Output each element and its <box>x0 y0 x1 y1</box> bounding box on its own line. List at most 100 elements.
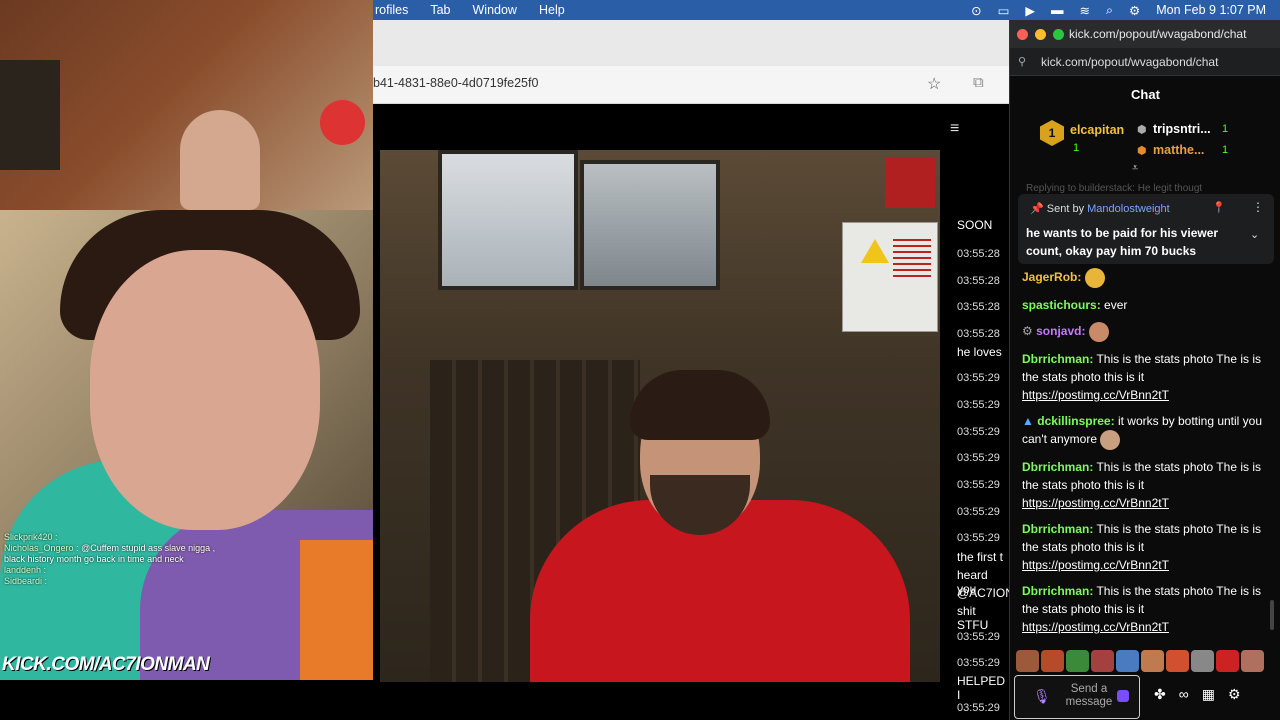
emote-icon[interactable] <box>1091 650 1114 672</box>
chat-messages: JagerRob: spastichours: ever ⚙ sonjavd: … <box>1022 268 1272 644</box>
pin-icon[interactable]: 📍 <box>1212 201 1226 214</box>
emote-icon[interactable] <box>1241 650 1264 672</box>
extension-icon[interactable]: ⧉ <box>973 74 984 91</box>
bookmark-star-icon[interactable]: ☆ <box>927 74 941 94</box>
emote-icon[interactable] <box>1016 650 1039 672</box>
leader-name[interactable]: matthe... <box>1153 143 1204 157</box>
wifi-icon[interactable]: ≋ <box>1080 3 1090 18</box>
room-window <box>438 150 578 290</box>
infinity-icon[interactable]: ∞ <box>1179 686 1189 703</box>
warning-triangle-icon <box>861 239 889 263</box>
snippet: HELPED I <box>957 674 1006 702</box>
emote-icon[interactable] <box>1191 650 1214 672</box>
popout-addressbar[interactable]: ⚲ kick.com/popout/wvagabond/chat <box>1010 48 1280 76</box>
sign-text-lines <box>893 239 931 279</box>
snippet: @AC7ION <box>957 586 1010 600</box>
chat-message: Dbrrichman: This is the stats photo The … <box>1022 522 1261 572</box>
hoodie-orange <box>300 540 373 680</box>
more-options-icon[interactable]: ⋮ <box>1252 200 1264 214</box>
pinned-sender: 📌 Sent by Mandolostweight <box>1030 203 1170 215</box>
emote-icon <box>1084 268 1105 288</box>
badge-icon: ▲ <box>1022 414 1034 428</box>
timestamp: 03:55:29 <box>957 702 1000 714</box>
leader-name[interactable]: elcapitan <box>1070 123 1124 137</box>
rank-badge: 1 <box>1040 120 1064 146</box>
search-icon[interactable]: ⌕ <box>1106 3 1113 18</box>
expand-leaderboard-icon[interactable]: ⩡ <box>1132 162 1138 175</box>
timestamp: 03:55:29 <box>957 479 1000 491</box>
menubar-clock[interactable]: Mon Feb 9 1:07 PM <box>1156 3 1266 17</box>
zoom-button[interactable] <box>1053 29 1064 40</box>
emoji-picker-icon[interactable] <box>1117 690 1129 702</box>
settings-icon[interactable]: ⚙ <box>1228 686 1241 703</box>
emote-bar <box>1016 650 1276 672</box>
webcam-top-left <box>0 0 373 210</box>
emote-icon[interactable] <box>1141 650 1164 672</box>
message-link[interactable]: https://postimg.cc/VrBnn2tT <box>1022 388 1169 402</box>
timestamp: 03:55:28 <box>957 301 1000 313</box>
screen-record-icon[interactable]: ⊙ <box>971 3 981 18</box>
chat-menu-icon[interactable]: ≡ <box>950 120 959 138</box>
snippet: shit STFU <box>957 604 989 632</box>
emote-icon[interactable] <box>1166 650 1189 672</box>
message-link[interactable]: https://postimg.cc/VrBnn2tT <box>1022 558 1169 572</box>
chat-message: spastichours: ever <box>1022 298 1128 312</box>
message-link[interactable]: https://postimg.cc/VrBnn2tT <box>1022 620 1169 634</box>
close-button[interactable] <box>1017 29 1028 40</box>
emote-icon[interactable] <box>1041 650 1064 672</box>
timestamp: 03:55:28 <box>957 328 1000 340</box>
chevron-down-icon[interactable]: ⌄ <box>1250 228 1259 241</box>
menu-window[interactable]: Window <box>471 3 517 17</box>
soon-label: SOON <box>957 218 993 232</box>
message-link[interactable]: https://postimg.cc/VrBnn2tT <box>1022 496 1169 510</box>
chat-message: Dbrrichman: This is the stats photo The … <box>1022 352 1261 402</box>
control-center-icon[interactable]: ⚙ <box>1129 3 1140 18</box>
pinned-message[interactable]: 📌 Sent by Mandolostweight 📍 ⋮ he wants t… <box>1018 194 1274 264</box>
guest-video <box>380 150 940 682</box>
gift-icon: ⬢ <box>1137 145 1147 157</box>
guest-hair <box>630 370 770 440</box>
timestamp: 03:55:28 <box>957 275 1000 287</box>
leader-name[interactable]: tripsntri... <box>1153 122 1211 136</box>
battery-icon[interactable]: ▬ <box>1051 3 1064 17</box>
chat-scrollbar[interactable] <box>1270 600 1274 630</box>
menu-tab[interactable]: Tab <box>428 3 450 17</box>
gift-box-icon[interactable]: ▦ <box>1202 686 1215 703</box>
gift-icon: ⬢ <box>1137 124 1147 136</box>
popout-title: kick.com/popout/wvagabond/chat <box>1069 27 1247 41</box>
users-icon[interactable]: ✤ <box>1154 686 1166 703</box>
toy-decoration <box>320 100 365 145</box>
timestamp: 03:55:29 <box>957 532 1000 544</box>
timestamp: 03:55:29 <box>957 657 1000 669</box>
emote-icon[interactable] <box>1116 650 1139 672</box>
fire-box <box>885 158 935 208</box>
browser-addressbar[interactable]: b41-4831-88e0-4d0719fe25f0 ☆ ⧉ <box>373 66 1009 104</box>
menu-help[interactable]: Help <box>537 3 565 17</box>
timestamp: 03:55:29 <box>957 631 1000 643</box>
overlay-chat: Slickprik420 : Nicholas_Ongero : @Cuffem… <box>4 532 234 587</box>
timestamp: 03:55:29 <box>957 399 1000 411</box>
menu-profiles[interactable]: rofiles <box>373 3 408 17</box>
leader-count: 1 <box>1222 123 1229 135</box>
emote-icon <box>1088 322 1109 342</box>
pinned-text: he wants to be paid for his viewer count… <box>1026 226 1219 258</box>
site-settings-icon[interactable]: ⚲ <box>1018 55 1026 68</box>
overlay-chat-line: Sidbeardi : <box>4 576 48 586</box>
play-icon[interactable]: ▶ <box>1025 3 1035 18</box>
leader-count: 1 <box>1073 142 1080 154</box>
emote-icon[interactable] <box>1066 650 1089 672</box>
emote-icon[interactable] <box>1216 650 1239 672</box>
timestamp: 03:55:29 <box>957 452 1000 464</box>
leader-count: 1 <box>1222 144 1229 156</box>
chat-input[interactable]: 🎙 Send a message <box>1014 675 1140 719</box>
timestamp: 03:55:29 <box>957 372 1000 384</box>
replying-label: Replying to builderstack: He legit thoug… <box>1026 183 1203 194</box>
microphone-icon[interactable]: 🎙 <box>1033 688 1051 705</box>
minimize-button[interactable] <box>1035 29 1046 40</box>
popout-url[interactable]: kick.com/popout/wvagabond/chat <box>1041 55 1218 69</box>
chat-input-placeholder[interactable]: Send a message <box>1061 683 1117 709</box>
snippet: the first t <box>957 550 1004 564</box>
guest-person <box>530 370 910 682</box>
display-icon[interactable]: ▭ <box>998 3 1010 18</box>
address-url[interactable]: b41-4831-88e0-4d0719fe25f0 <box>373 76 538 90</box>
